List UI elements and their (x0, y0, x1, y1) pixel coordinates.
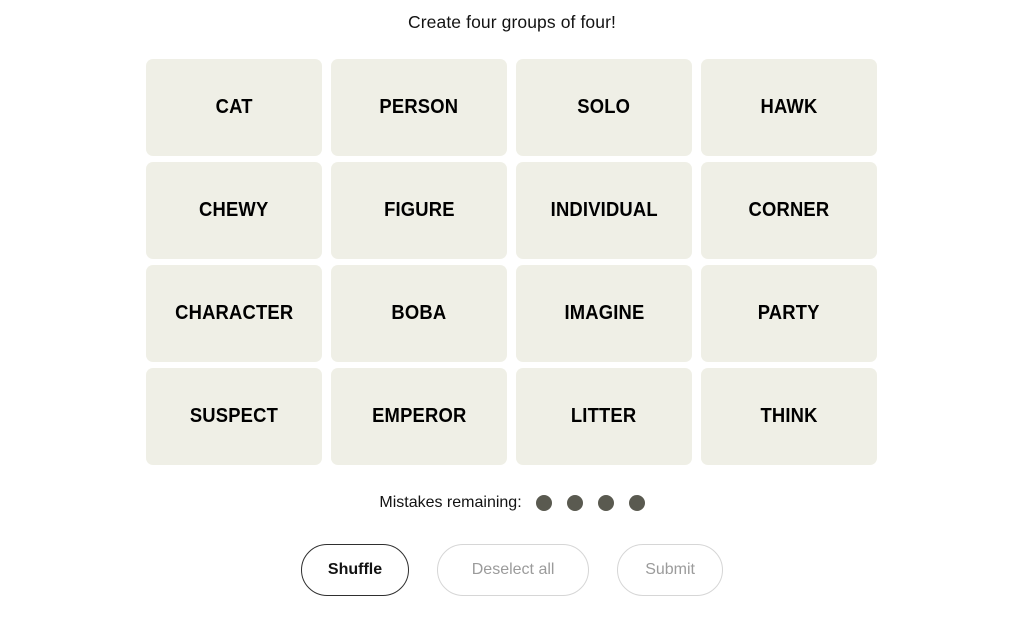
tile-label: THINK (760, 405, 818, 427)
tile-grid: CAT PERSON SOLO HAWK CHEWY FIGURE INDIVI… (146, 59, 878, 465)
tile[interactable]: HAWK (701, 59, 877, 156)
mistake-dots (535, 495, 645, 511)
tile[interactable]: PERSON (331, 59, 507, 156)
tile-label: CHARACTER (174, 302, 294, 324)
tile-label: PERSON (379, 96, 459, 118)
tile-label: LITTER (571, 405, 637, 427)
tile-label: CHEWY (199, 199, 269, 221)
control-buttons: Shuffle Deselect all Submit (300, 544, 724, 596)
mistakes-remaining: Mistakes remaining: (379, 493, 645, 513)
tile[interactable]: CHARACTER (146, 265, 322, 362)
tile[interactable]: CORNER (701, 162, 877, 259)
tile[interactable]: BOBA (331, 265, 507, 362)
tile-label: IMAGINE (563, 302, 645, 324)
tile-label: SOLO (577, 96, 631, 118)
tile-label: CAT (215, 96, 253, 118)
tile[interactable]: SOLO (516, 59, 692, 156)
tile[interactable]: THINK (701, 368, 877, 465)
tile[interactable]: FIGURE (331, 162, 507, 259)
tile-label: PARTY (758, 302, 820, 324)
mistake-dot (535, 495, 552, 511)
tile[interactable]: PARTY (701, 265, 877, 362)
tile[interactable]: EMPEROR (331, 368, 507, 465)
tile-label: INDIVIDUAL (550, 199, 658, 221)
connections-game: Create four groups of four! CAT PERSON S… (0, 0, 1024, 632)
tile[interactable]: INDIVIDUAL (516, 162, 692, 259)
tile-label: FIGURE (383, 199, 455, 221)
tile-label: HAWK (760, 96, 818, 118)
tile-label: EMPEROR (371, 405, 467, 427)
tile-label: BOBA (391, 302, 447, 324)
tile-label: CORNER (748, 199, 830, 221)
mistake-dot (597, 495, 614, 511)
tile[interactable]: CAT (146, 59, 322, 156)
tile-label: SUSPECT (189, 405, 279, 427)
mistake-dot (566, 495, 583, 511)
mistakes-label: Mistakes remaining: (379, 494, 522, 511)
tile[interactable]: SUSPECT (146, 368, 322, 465)
page-title: Create four groups of four! (408, 12, 616, 32)
deselect-all-button[interactable]: Deselect all (437, 544, 590, 596)
shuffle-button[interactable]: Shuffle (300, 544, 410, 596)
tile[interactable]: LITTER (516, 368, 692, 465)
mistake-dot (628, 495, 645, 511)
tile[interactable]: IMAGINE (516, 265, 692, 362)
tile[interactable]: CHEWY (146, 162, 322, 259)
submit-button[interactable]: Submit (617, 544, 724, 596)
